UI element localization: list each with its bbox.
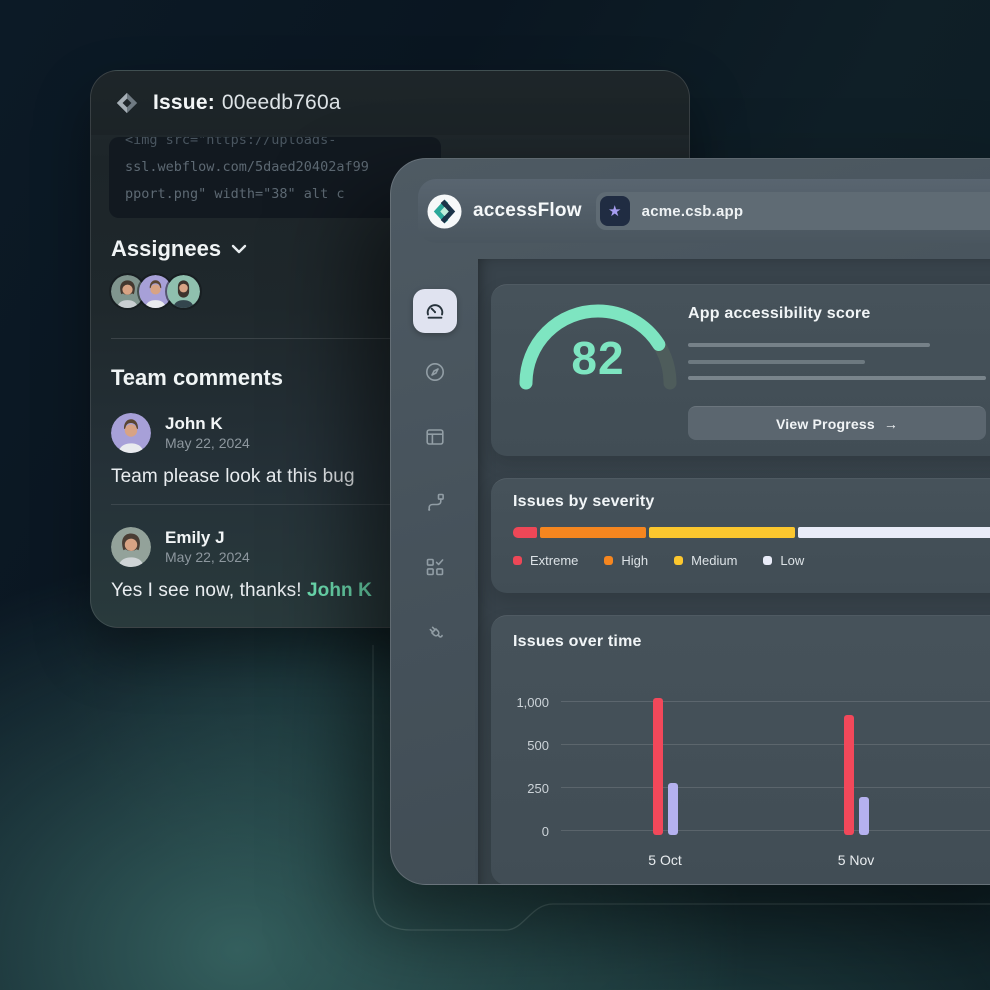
sidebar-item-integrations[interactable] bbox=[423, 620, 447, 644]
y-axis-tick-label: 1,000 bbox=[491, 695, 549, 710]
comment-date: May 22, 2024 bbox=[165, 434, 250, 452]
diamond-logo-icon bbox=[115, 91, 139, 115]
star-icon: ★ bbox=[608, 204, 621, 219]
issue-id: 00eedb760a bbox=[222, 91, 341, 114]
mention: John K bbox=[307, 580, 372, 601]
avatar bbox=[111, 413, 151, 453]
severity-segment bbox=[540, 527, 646, 538]
plug-icon bbox=[423, 620, 447, 644]
comment-author: Emily J bbox=[165, 528, 250, 548]
issue-title-label: Issue: bbox=[153, 91, 215, 114]
legend-item: Medium bbox=[674, 553, 737, 568]
chart-bar bbox=[653, 698, 663, 835]
legend-label: Medium bbox=[691, 553, 737, 568]
severity-segment bbox=[513, 527, 537, 538]
legend-swatch bbox=[604, 556, 613, 565]
legend-item: High bbox=[604, 553, 648, 568]
code-line: <img src="https://uploads- bbox=[125, 137, 425, 154]
bookmark-star-tile[interactable]: ★ bbox=[600, 196, 630, 226]
gauge-icon bbox=[423, 299, 447, 323]
legend-item: Low bbox=[763, 553, 804, 568]
avatar[interactable] bbox=[167, 275, 200, 308]
score-card: 82 App accessibility score View Progress… bbox=[491, 284, 990, 456]
view-progress-button[interactable]: View Progress → bbox=[688, 406, 986, 440]
gridline bbox=[561, 744, 990, 745]
severity-card-title: Issues by severity bbox=[513, 493, 990, 511]
legend-label: Extreme bbox=[530, 553, 578, 568]
layout-icon bbox=[423, 425, 447, 449]
severity-bar bbox=[513, 527, 990, 538]
legend-swatch bbox=[513, 556, 522, 565]
route-icon bbox=[423, 490, 447, 514]
sidebar-item-tasks[interactable] bbox=[423, 555, 447, 579]
chart-bar bbox=[844, 715, 854, 835]
avatar bbox=[111, 527, 151, 567]
chart-bar bbox=[859, 797, 869, 835]
y-axis-tick-label: 0 bbox=[491, 824, 549, 839]
legend-item: Extreme bbox=[513, 553, 578, 568]
app-header: accessFlow ★ acme.csb.app bbox=[418, 179, 990, 243]
url-bar[interactable]: ★ acme.csb.app bbox=[596, 192, 990, 230]
brand-name[interactable]: accessFlow bbox=[473, 200, 582, 222]
issues-over-time-chart: 0 250 500 1,000 5 Oct 5 Nov bbox=[491, 616, 990, 885]
legend-swatch bbox=[763, 556, 772, 565]
sidebar-item-layout[interactable] bbox=[423, 425, 447, 449]
issue-panel-header: Issue: 00eedb760a bbox=[91, 71, 689, 135]
legend-label: Low bbox=[780, 553, 804, 568]
sidebar bbox=[391, 259, 478, 884]
legend-swatch bbox=[674, 556, 683, 565]
severity-segment bbox=[649, 527, 795, 538]
y-axis-tick-label: 500 bbox=[491, 738, 549, 753]
compass-icon bbox=[423, 360, 447, 384]
gridline bbox=[561, 830, 990, 831]
severity-legend: Extreme High Medium Low bbox=[513, 553, 990, 568]
x-axis-label: 5 Oct bbox=[621, 852, 709, 868]
y-axis-tick-label: 250 bbox=[491, 781, 549, 796]
x-axis-label: 5 Nov bbox=[812, 852, 900, 868]
chart-bar bbox=[668, 783, 678, 835]
team-comments-label: Team comments bbox=[111, 365, 283, 391]
tasks-icon bbox=[423, 555, 447, 579]
comment-author: John K bbox=[165, 414, 250, 434]
url-text: acme.csb.app bbox=[642, 203, 744, 220]
sidebar-item-dashboard[interactable] bbox=[413, 289, 457, 333]
code-line: ssl.webflow.com/5daed20402af99 bbox=[125, 154, 425, 181]
issue-title: Issue: 00eedb760a bbox=[153, 91, 341, 115]
gridline bbox=[561, 701, 990, 702]
code-line: pport.png" width="38" alt c bbox=[125, 181, 425, 208]
severity-segment bbox=[798, 527, 990, 538]
score-value: 82 bbox=[513, 332, 683, 384]
main-panel: 82 App accessibility score View Progress… bbox=[478, 259, 990, 884]
arrow-right-icon: → bbox=[884, 416, 898, 432]
chevron-down-icon bbox=[231, 244, 247, 254]
accessflow-logo-icon bbox=[427, 194, 462, 229]
severity-card: Issues by severity Extreme High Medium Low bbox=[491, 478, 990, 593]
legend-label: High bbox=[621, 553, 648, 568]
gridline bbox=[561, 787, 990, 788]
score-card-title: App accessibility score bbox=[688, 305, 986, 323]
assignees-label: Assignees bbox=[111, 236, 221, 262]
sidebar-item-flows[interactable] bbox=[423, 490, 447, 514]
sidebar-item-explore[interactable] bbox=[423, 360, 447, 384]
issues-over-time-card: Issues over time 02505001,0005 Oct5 Nov bbox=[491, 615, 990, 885]
placeholder-text-lines bbox=[688, 343, 986, 380]
app-window: accessFlow ★ acme.csb.app bbox=[390, 158, 990, 885]
comment-date: May 22, 2024 bbox=[165, 548, 250, 566]
